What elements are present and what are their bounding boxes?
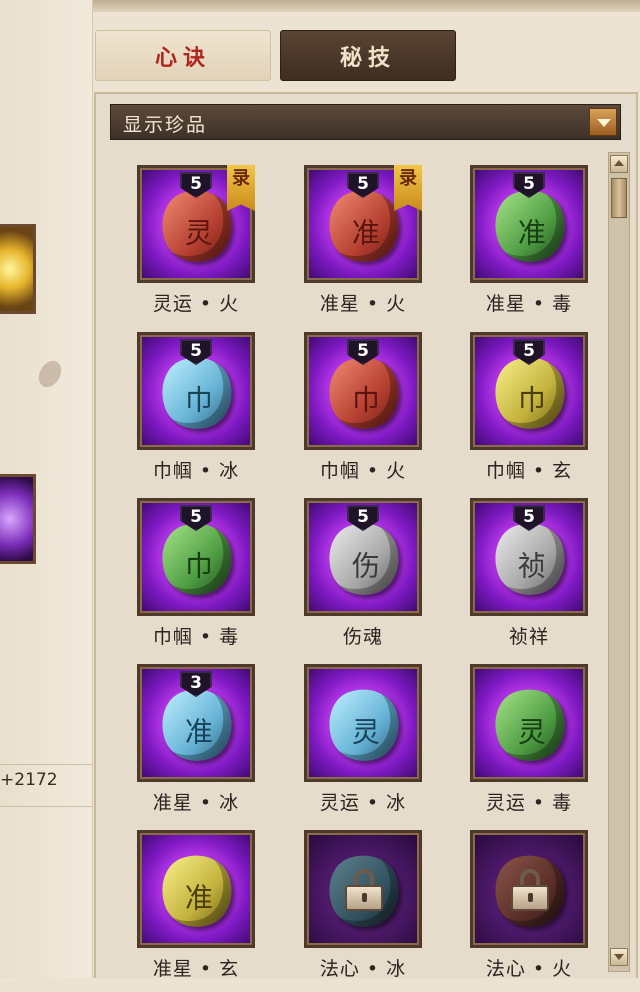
item-slot[interactable]: 准3 [137,664,255,782]
item-label: 法心 • 冰 [319,958,407,980]
rune-glyph: 祯 [517,549,546,583]
item-slot[interactable]: 伤5 [304,498,422,616]
item-label: 祯祥 [508,626,549,648]
grid-item[interactable]: 巾 5 巾帼 • 玄 [470,332,588,494]
item-label: 准星 • 火 [319,293,407,315]
scroll-down-arrow-icon[interactable] [610,948,628,966]
side-skill-icon-gold[interactable] [0,224,36,314]
rune-stone-icon: 准 [152,845,242,937]
tab-miji-label: 秘技 [339,44,396,71]
side-divider [0,764,92,765]
rune-glyph: 准 [184,881,213,915]
grid-item[interactable]: 灵 5 录灵运 • 火 [137,165,255,327]
rune-glyph: 准 [351,216,380,250]
rune-glyph: 巾 [517,383,546,417]
item-slot[interactable] [304,830,422,948]
rune-stone-icon: 灵 [485,679,575,771]
item-slot[interactable]: 巾5 [137,498,255,616]
tab-xinjue[interactable]: 心诀 [95,30,271,81]
item-slot[interactable]: 灵5录 [137,165,255,283]
filter-dropdown[interactable]: 显示珍品 [110,104,621,140]
item-label: 灵运 • 冰 [319,792,407,814]
item-label: 伤魂 [342,626,383,648]
item-label: 准星 • 毒 [485,293,573,315]
rune-glyph: 灵 [184,216,213,250]
rune-glyph: 巾 [184,383,213,417]
side-skill-icon-purple[interactable] [0,474,36,564]
grid-item[interactable]: 巾 5 巾帼 • 火 [304,332,422,494]
item-slot[interactable]: 巾5 [470,332,588,450]
side-number-text: +2172 [0,770,58,790]
item-slot[interactable]: 巾5 [137,332,255,450]
rune-glyph: 巾 [184,549,213,583]
item-label: 灵运 • 毒 [485,792,573,814]
grid-item[interactable]: 准准星 • 玄 [137,830,255,992]
record-tag-badge: 录 [227,165,255,211]
rune-glyph: 伤 [351,549,380,583]
chevron-down-icon[interactable] [589,108,617,136]
lock-icon [345,869,383,911]
scrollbar-thumb[interactable] [611,178,627,218]
grid-item[interactable]: 准 5 录准星 • 火 [304,165,422,327]
item-label: 巾帼 • 冰 [152,460,240,482]
rune-glyph: 准 [184,715,213,749]
item-slot[interactable]: 准 [137,830,255,948]
item-label: 法心 • 火 [485,958,573,980]
item-slot[interactable]: 巾5 [304,332,422,450]
grid-item[interactable]: 灵灵运 • 毒 [470,664,588,826]
rune-glyph: 灵 [517,715,546,749]
rune-glyph: 准 [517,216,546,250]
grid-item[interactable]: 灵灵运 • 冰 [304,664,422,826]
item-label: 巾帼 • 玄 [485,460,573,482]
item-label: 灵运 • 火 [152,293,240,315]
item-slot[interactable] [470,830,588,948]
filter-label: 显示珍品 [123,114,208,136]
side-divider [0,806,92,807]
grid-item[interactable]: 祯 5 祯祥 [470,498,588,660]
grid-item[interactable]: 巾 5 巾帼 • 毒 [137,498,255,660]
scrollbar-track[interactable] [608,152,630,972]
item-label: 准星 • 冰 [152,792,240,814]
item-slot[interactable]: 祯5 [470,498,588,616]
item-label: 巾帼 • 火 [319,460,407,482]
rune-glyph: 巾 [351,383,380,417]
scroll-up-arrow-icon[interactable] [610,155,628,173]
item-slot[interactable]: 灵 [304,664,422,782]
item-label: 准星 • 玄 [152,958,240,980]
item-label: 巾帼 • 毒 [152,626,240,648]
window-top-border [0,0,640,12]
tab-miji[interactable]: 秘技 [280,30,456,81]
item-slot[interactable]: 灵 [470,664,588,782]
rune-glyph: 灵 [351,715,380,749]
item-slot[interactable]: 准5 [470,165,588,283]
grid-item[interactable]: 法心 • 冰 [304,830,422,992]
rune-stone-icon: 灵 [319,679,409,771]
grid-item[interactable]: 巾 5 巾帼 • 冰 [137,332,255,494]
tab-xinjue-label: 心诀 [154,44,211,71]
item-slot[interactable]: 准5录 [304,165,422,283]
lock-icon [511,869,549,911]
grid-item[interactable]: 准 3 准星 • 冰 [137,664,255,826]
record-tag-badge: 录 [394,165,422,211]
grid-item[interactable]: 准 5 准星 • 毒 [470,165,588,327]
grid-item[interactable]: 法心 • 火 [470,830,588,992]
grid-item[interactable]: 伤 5 伤魂 [304,498,422,660]
